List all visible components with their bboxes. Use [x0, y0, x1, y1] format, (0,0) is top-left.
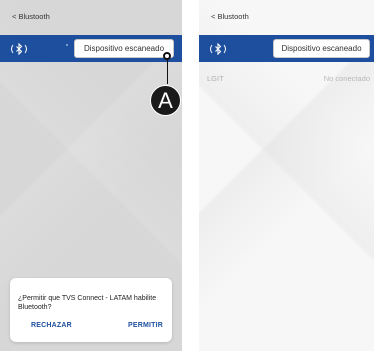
bluetooth-icon [11, 43, 27, 55]
dialog-message: ¿Permitir que TVS Connect - LATAM habili… [18, 295, 157, 311]
right-phone-screen: < Blustooth Dispositivo escaneado LGIT N… [199, 0, 374, 351]
device-status: No conectado [323, 74, 370, 83]
device-name: LGIT [207, 74, 224, 83]
bluetooth-header-bar: Dispositivo escaneado [0, 35, 182, 62]
top-bar: < Blustooth [199, 0, 374, 35]
scanned-device-button[interactable]: Dispositivo escaneado [273, 39, 370, 58]
back-button[interactable]: < Blustooth [211, 12, 249, 21]
reject-button[interactable]: RECHAZAR [31, 322, 72, 329]
allow-button[interactable]: PERMITIR [128, 322, 163, 329]
top-bar: < Blustooth [0, 0, 182, 35]
bluetooth-icon [210, 43, 226, 55]
device-list-item[interactable]: LGIT No conectado [199, 72, 374, 86]
bluetooth-header-bar: Dispositivo escaneado [199, 35, 374, 62]
callout-line [167, 56, 168, 84]
back-button[interactable]: < Blustooth [12, 12, 50, 21]
separator-dot [66, 44, 68, 46]
scanned-device-button[interactable]: Dispositivo escaneado [74, 39, 174, 58]
left-phone-screen: < Blustooth Dispositivo escaneado A ¿Per… [0, 0, 182, 351]
callout-dot [163, 52, 171, 60]
callout-badge: A [150, 85, 181, 116]
bluetooth-permission-dialog: ¿Permitir que TVS Connect - LATAM habili… [10, 278, 172, 342]
